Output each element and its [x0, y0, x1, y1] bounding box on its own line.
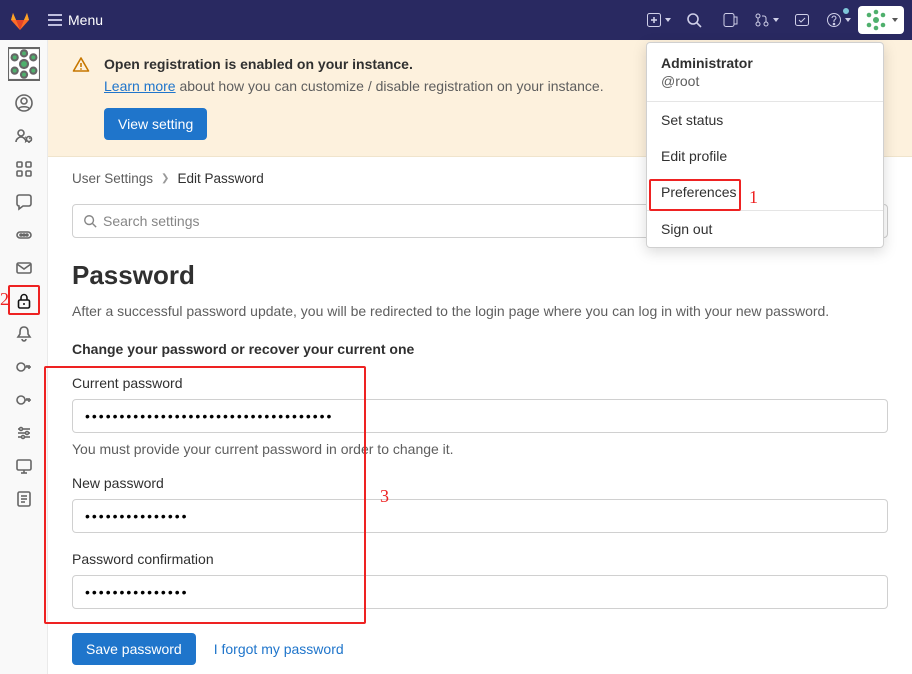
- sidebar-avatar[interactable]: [8, 48, 40, 80]
- confirm-password-label: Password confirmation: [72, 551, 888, 567]
- sidebar-item-ssh-keys[interactable]: [8, 351, 40, 383]
- sidebar-item-preferences[interactable]: [8, 417, 40, 449]
- current-password-hint: You must provide your current password i…: [72, 441, 888, 457]
- warning-icon: [72, 56, 90, 77]
- form-actions: Save password I forgot my password: [72, 633, 888, 665]
- sidebar-item-chat[interactable]: [8, 186, 40, 218]
- alert-text: Learn more about how you can customize /…: [104, 78, 604, 94]
- merge-requests-button[interactable]: [750, 5, 782, 35]
- todos-button[interactable]: [786, 5, 818, 35]
- sidebar-item-notifications[interactable]: [8, 318, 40, 350]
- page-subtitle: Change your password or recover your cur…: [72, 341, 888, 357]
- menu-item-set-status[interactable]: Set status: [647, 102, 883, 138]
- confirm-password-input[interactable]: [72, 575, 888, 609]
- sidebar-item-applications[interactable]: [8, 153, 40, 185]
- new-password-group: New password: [72, 475, 888, 533]
- menu-item-preferences[interactable]: Preferences: [647, 174, 883, 211]
- user-dropdown: Administrator @root Set status Edit prof…: [646, 42, 884, 248]
- new-password-input[interactable]: [72, 499, 888, 533]
- caret-down-icon: [892, 18, 898, 22]
- top-bar: Menu: [0, 0, 912, 40]
- new-password-label: New password: [72, 475, 888, 491]
- top-bar-right: [642, 5, 904, 35]
- menu-item-edit-profile[interactable]: Edit profile: [647, 138, 883, 174]
- top-bar-left: Menu: [8, 8, 111, 32]
- sidebar-item-access-tokens[interactable]: [8, 219, 40, 251]
- menu-label: Menu: [68, 12, 103, 28]
- gitlab-logo-icon[interactable]: [8, 8, 32, 32]
- help-notification-dot-icon: [842, 7, 850, 15]
- caret-down-icon: [773, 18, 779, 22]
- settings-sidebar: [0, 40, 48, 674]
- current-password-label: Current password: [72, 375, 888, 391]
- sidebar-item-authentication-log[interactable]: [8, 483, 40, 515]
- create-new-button[interactable]: [642, 5, 674, 35]
- caret-down-icon: [665, 18, 671, 22]
- avatar-icon: [864, 8, 888, 32]
- chevron-right-icon: ❯: [161, 173, 169, 184]
- sidebar-item-emails[interactable]: [8, 252, 40, 284]
- user-dropdown-header: Administrator @root: [647, 43, 883, 102]
- sidebar-item-account[interactable]: [8, 120, 40, 152]
- page-description: After a successful password update, you …: [72, 303, 888, 319]
- search-icon: [83, 214, 97, 228]
- save-password-button[interactable]: Save password: [72, 633, 196, 665]
- sidebar-item-gpg-keys[interactable]: [8, 384, 40, 416]
- breadcrumb-root[interactable]: User Settings: [72, 171, 153, 186]
- sidebar-item-profile[interactable]: [8, 87, 40, 119]
- confirm-password-group: Password confirmation: [72, 551, 888, 609]
- current-password-input[interactable]: [72, 399, 888, 433]
- forgot-password-link[interactable]: I forgot my password: [214, 641, 344, 657]
- main-menu-button[interactable]: Menu: [40, 8, 111, 32]
- help-button[interactable]: [822, 5, 854, 35]
- menu-item-sign-out[interactable]: Sign out: [647, 211, 883, 247]
- caret-down-icon: [845, 18, 851, 22]
- alert-body: Open registration is enabled on your ins…: [104, 56, 604, 140]
- alert-title: Open registration is enabled on your ins…: [104, 56, 413, 72]
- learn-more-link[interactable]: Learn more: [104, 78, 176, 94]
- sidebar-item-active-sessions[interactable]: [8, 450, 40, 482]
- current-password-group: Current password You must provide your c…: [72, 375, 888, 457]
- user-name: Administrator: [661, 55, 869, 71]
- user-avatar-button[interactable]: [858, 6, 904, 34]
- avatar-icon: [8, 47, 40, 81]
- breadcrumb-current: Edit Password: [177, 171, 263, 186]
- issues-button[interactable]: [714, 5, 746, 35]
- hamburger-icon: [48, 14, 62, 26]
- user-handle: @root: [661, 73, 869, 89]
- alert-desc-tail: about how you can customize / disable re…: [176, 78, 604, 94]
- search-button[interactable]: [678, 5, 710, 35]
- view-setting-button[interactable]: View setting: [104, 108, 207, 140]
- page-title: Password: [72, 260, 888, 291]
- sidebar-item-password[interactable]: [8, 285, 40, 317]
